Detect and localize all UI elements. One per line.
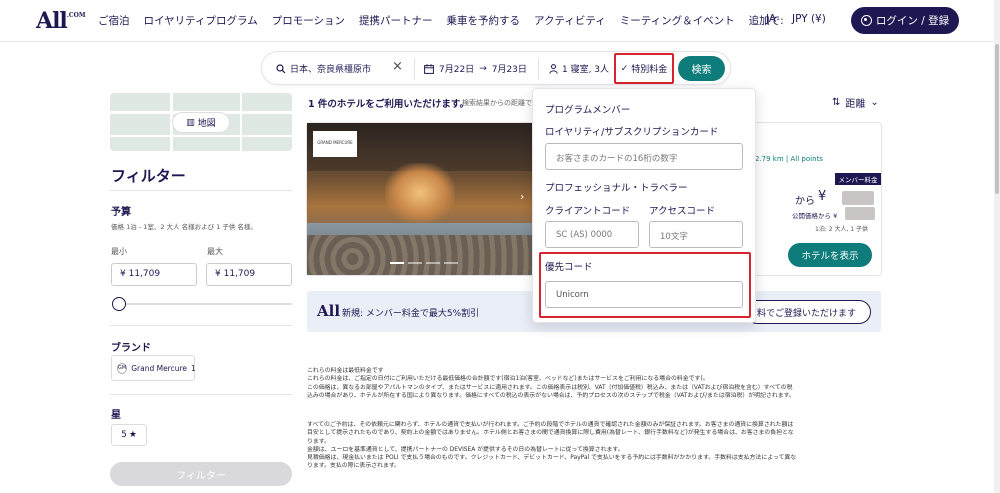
max-price-label: 最大 xyxy=(207,247,223,256)
member-heading: プログラムメンバー xyxy=(545,105,631,116)
main-nav: ご宿泊 ロイヤリティプログラム プロモーション 提携パートナー 乗車を予約する … xyxy=(98,13,784,28)
special-rate-button[interactable]: ✓ 特別料金 xyxy=(614,53,674,84)
photo-carousel-dots[interactable] xyxy=(390,262,458,264)
loyalty-card-input[interactable]: お客さまのカードの16桁の数字 xyxy=(545,143,743,170)
search-icon xyxy=(276,63,286,73)
brand-filter-grand-mercure[interactable]: GM Grand Mercure 1 xyxy=(111,355,196,381)
sort-selector[interactable]: ⇅ 距離 ⌄ xyxy=(832,95,879,110)
star-value: 5 xyxy=(121,430,127,440)
access-code-input[interactable]: 10文字 xyxy=(649,221,743,248)
price-currency: ¥ xyxy=(818,189,827,204)
divider xyxy=(414,58,415,80)
client-code-label: クライアントコード xyxy=(545,206,631,217)
divider xyxy=(110,190,292,191)
filter-title: フィルター xyxy=(111,167,186,185)
price-disclaimer: これらの料金は最低料金です これらの料金は、ご指定の日付にご利用いただける最低価… xyxy=(307,368,795,399)
apply-filter-button[interactable]: フィルター xyxy=(110,462,292,486)
preferred-code-highlight xyxy=(539,252,751,318)
location-field[interactable]: 日本、奈良県橿原市 xyxy=(276,62,371,75)
divider xyxy=(110,394,292,395)
client-code-input[interactable]: SC (AS) 0000 xyxy=(545,221,639,248)
nav-item-loyalty[interactable]: ロイヤリティプログラム xyxy=(144,13,258,28)
hotel-distance: 2.79 km | All points xyxy=(755,155,823,163)
min-price-label: 最小 xyxy=(111,247,127,256)
price-from-label: から xyxy=(795,196,815,207)
login-label: ログイン / 登録 xyxy=(875,15,950,27)
loyalty-card-label: ロイヤリティ/サブスクリプションカード xyxy=(545,127,719,138)
brand-logo-icon: GM xyxy=(117,362,128,374)
brand-count: 1 xyxy=(191,363,196,373)
person-icon xyxy=(549,63,558,74)
nav-item-meetings[interactable]: ミーティング＆イベント xyxy=(620,13,735,28)
sort-icon: ⇅ xyxy=(832,97,841,108)
login-button[interactable]: ログイン / 登録 xyxy=(851,7,959,34)
star-filter-5[interactable]: 5 ★ xyxy=(111,424,147,446)
brand-label: ブランド xyxy=(111,343,151,354)
arrow-right-icon: → xyxy=(479,63,487,74)
location-value: 日本、奈良県橿原市 xyxy=(290,65,372,75)
date-range-field[interactable]: 7月22日 → 7月23日 xyxy=(424,62,527,75)
divider xyxy=(110,325,292,326)
price-slider-handle[interactable] xyxy=(112,297,126,311)
page-scrollbar[interactable] xyxy=(994,0,1000,493)
search-bar: 日本、奈良県橿原市 × 7月22日 → 7月23日 1 寝室, 3人 ✓ 特別料… xyxy=(261,51,731,85)
user-icon xyxy=(860,15,872,26)
scrollbar-thumb[interactable] xyxy=(995,44,999,194)
search-button[interactable]: 検索 xyxy=(678,56,725,81)
max-price-input[interactable]: ¥ 11,709 xyxy=(206,263,292,286)
checkmark-icon: ✓ xyxy=(620,63,629,74)
top-navigation: All.COM ご宿泊 ロイヤリティプログラム プロモーション 提携パートナー … xyxy=(0,0,1000,42)
special-rate-label: 特別料金 xyxy=(631,65,668,75)
language-selector[interactable]: JA xyxy=(766,13,776,25)
hotel-brand-logo: GRAND MERCURE xyxy=(313,131,357,157)
guests-value: 1 寝室, 3人 xyxy=(562,65,610,75)
currency-disclaimer: すべてのご予約は、その依頼元に関わらず、ホテルの通貨で支払いが行われます。ご予約… xyxy=(307,422,797,470)
budget-note: 価格 1泊 - 1室、2 大人 名様および 1 子供 名様。 xyxy=(111,223,257,231)
view-hotel-button[interactable]: ホテルを表示 xyxy=(788,243,872,267)
next-photo-icon[interactable]: › xyxy=(520,190,524,203)
member-rate-badge: メンバー料金 xyxy=(835,173,881,185)
guests-field[interactable]: 1 寝室, 3人 xyxy=(549,62,609,75)
member-price-blurred xyxy=(842,191,874,205)
sort-label: 距離 xyxy=(845,99,866,110)
professional-heading: プロフェッショナル・トラベラー xyxy=(545,183,688,194)
calendar-icon xyxy=(424,63,434,74)
results-count: 1 件のホテルをご利用いただけます。 xyxy=(308,99,469,110)
divider xyxy=(538,58,539,80)
clear-location-icon[interactable]: × xyxy=(392,59,403,74)
nav-item-stay[interactable]: ご宿泊 xyxy=(98,13,130,28)
register-free-button[interactable]: 料でご登録いただけます xyxy=(745,300,871,324)
all-logo[interactable]: All.COM xyxy=(36,8,86,34)
price-slider-track[interactable] xyxy=(118,303,292,305)
show-map-button[interactable]: ▥ 地図 xyxy=(172,112,230,133)
access-code-label: アクセスコード xyxy=(649,206,716,217)
check-out-date: 7月23日 xyxy=(491,65,527,75)
map-icon: ▥ xyxy=(186,117,195,128)
map-button-label: 地図 xyxy=(197,119,216,129)
currency-selector[interactable]: JPY (¥) xyxy=(792,13,826,25)
public-price-blurred xyxy=(845,207,875,220)
chevron-down-icon: ⌄ xyxy=(870,97,879,108)
nav-item-activities[interactable]: アクティビティ xyxy=(534,13,606,28)
promo-text: 新規: メンバー料金で最大5%割引 xyxy=(342,309,480,319)
all-promo-logo: All xyxy=(317,302,341,320)
check-in-date: 7月22日 xyxy=(439,65,475,75)
star-icon: ★ xyxy=(128,430,137,440)
star-label: 星 xyxy=(111,410,121,421)
results-sort-note: 検索結果からの距離で xyxy=(462,99,532,107)
min-price-input[interactable]: ¥ 11,709 xyxy=(111,263,197,286)
public-price-label: 公開価格から ¥ xyxy=(792,212,838,220)
nav-item-partners[interactable]: 提携パートナー xyxy=(359,13,433,28)
nav-item-rides[interactable]: 乗車を予約する xyxy=(447,13,521,28)
brand-chip-label: Grand Mercure xyxy=(131,363,188,373)
price-occupancy-note: 1泊: 2 大人, 1 子供 xyxy=(815,226,869,233)
nav-item-promotions[interactable]: プロモーション xyxy=(272,13,345,28)
budget-label: 予算 xyxy=(111,207,131,218)
